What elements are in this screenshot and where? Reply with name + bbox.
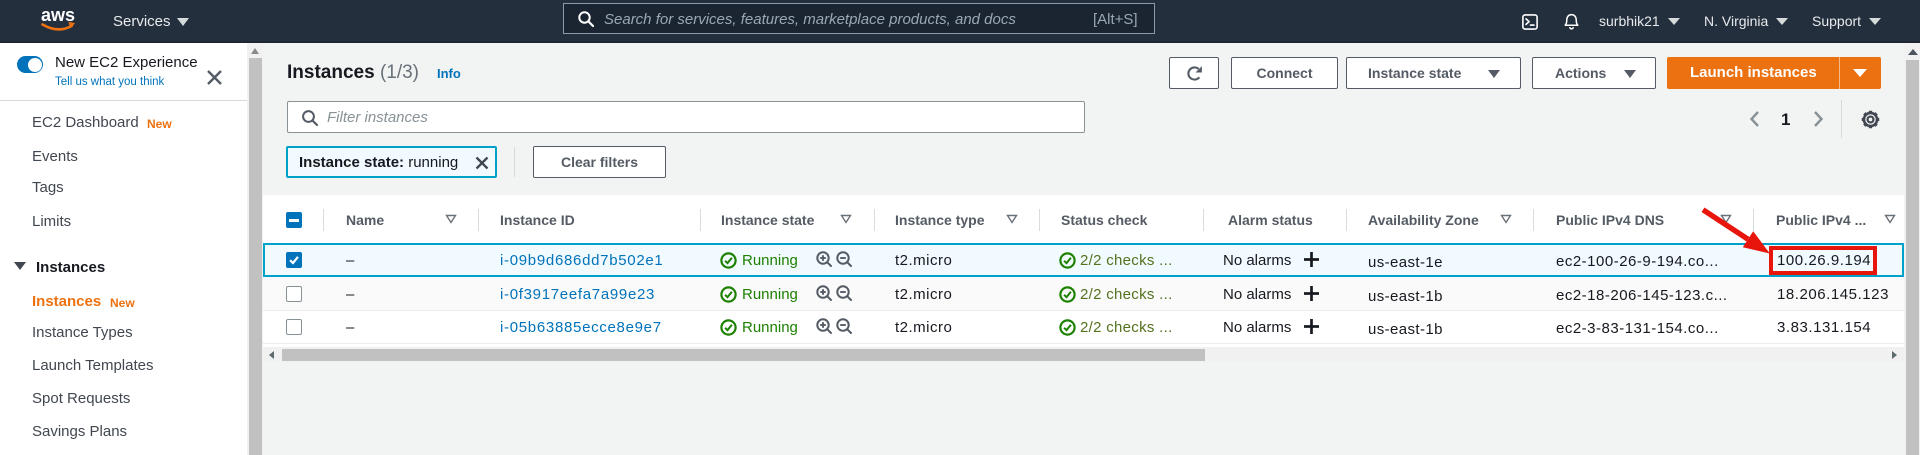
svg-text:aws: aws	[41, 5, 75, 25]
